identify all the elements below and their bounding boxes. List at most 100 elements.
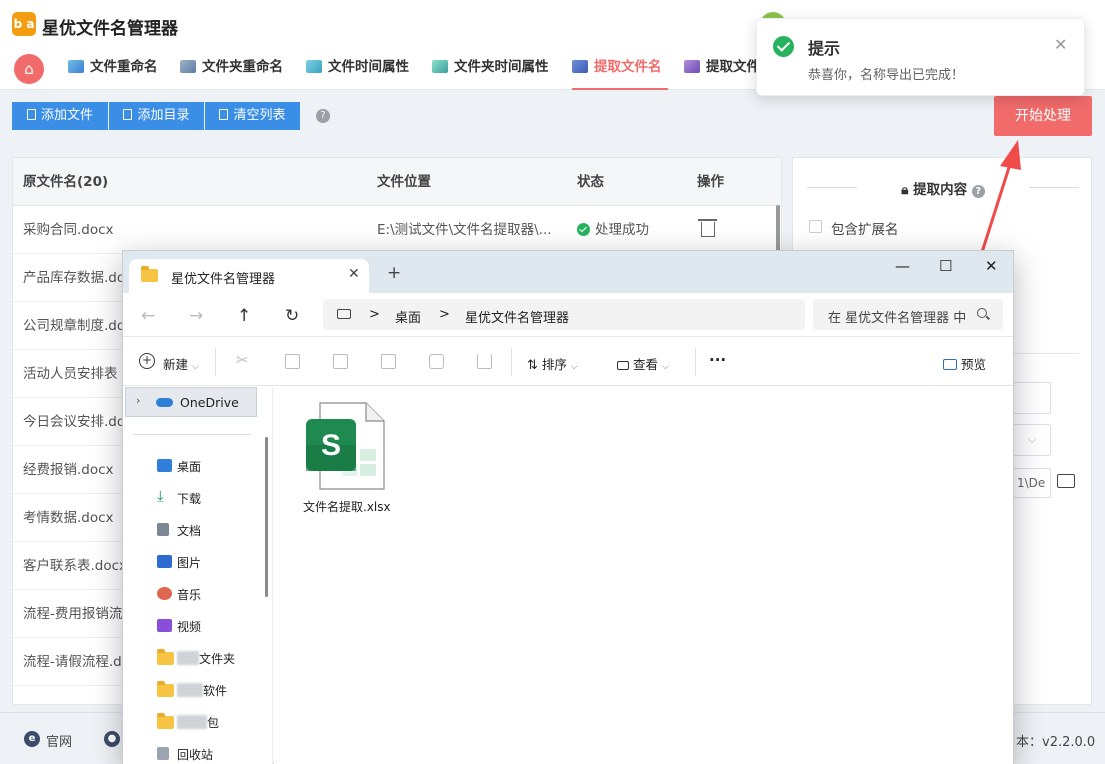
label-text: 文件夹 <box>199 652 236 666</box>
folder-rename-icon <box>180 60 196 73</box>
desktop-icon <box>157 459 172 472</box>
button-label: 添加文件 <box>40 108 93 123</box>
up-arrow-icon[interactable]: ↑ <box>237 306 251 326</box>
tab-file-rename[interactable]: 文件重命名 <box>68 50 158 90</box>
download-icon: ⤓ <box>157 487 164 505</box>
tab-label: 文件夹重命名 <box>202 59 283 75</box>
back-arrow-icon[interactable]: ← <box>141 306 155 326</box>
refresh-icon[interactable]: ↻ <box>285 306 299 326</box>
dropdown-select[interactable]: ⌵ <box>1013 424 1051 456</box>
forward-arrow-icon[interactable]: → <box>189 306 203 326</box>
website-link[interactable]: 官网 <box>46 731 72 750</box>
sort-label: 排序 <box>541 357 567 372</box>
rename-icon[interactable] <box>381 354 396 369</box>
chevron-down-icon: ⌵ <box>661 362 669 372</box>
folder-icon <box>157 681 174 697</box>
minimize-button[interactable]: — <box>895 257 910 275</box>
preview-button[interactable]: 预览 <box>943 354 986 373</box>
website-icon[interactable]: e <box>24 731 40 747</box>
sidebar-item-onedrive[interactable]: › OneDrive <box>125 387 257 417</box>
address-bar[interactable]: > 桌面 > 星优文件名管理器 <box>323 299 805 330</box>
cut-icon[interactable]: ✂ <box>236 351 249 369</box>
success-check-icon <box>773 36 794 57</box>
navigation-pane: › OneDrive 桌面📌︎ ⤓下载📌︎ 文档📌︎ 图片📌︎ 音乐📌︎ 视频📌… <box>123 387 292 764</box>
text-field[interactable] <box>1013 382 1051 414</box>
trash-icon <box>219 109 229 120</box>
filename-cell: 产品库存数据.do <box>23 270 126 286</box>
filename-cell: 采购合同.docx <box>23 222 114 238</box>
button-label: 清空列表 <box>233 108 286 123</box>
output-path-field[interactable]: 1\De <box>1013 468 1051 498</box>
chevron-down-icon: ⌵ <box>1027 432 1037 446</box>
filename-cell: 经费报销.docx <box>23 462 114 478</box>
column-header-status: 状态 <box>577 174 604 190</box>
tab-folder-rename[interactable]: 文件夹重命名 <box>180 50 283 90</box>
filename-cell: 考情数据.docx <box>23 510 114 526</box>
file-item[interactable]: S <box>304 401 386 491</box>
sidebar-item-label: OneDrive <box>180 395 239 410</box>
paste-icon[interactable] <box>333 354 348 369</box>
version-text: 本：v2.2.0.0 <box>1016 735 1096 750</box>
redacted-text <box>177 715 207 729</box>
sort-button[interactable]: ⇅ 排序 ⌵ <box>527 354 578 373</box>
help-icon[interactable]: ? <box>316 109 330 123</box>
open-folder-icon[interactable] <box>1057 474 1075 488</box>
sidebar-item-label: 下载 <box>177 492 202 506</box>
command-bar: + 新建 ⌵ ✂ ⇅ 排序 ⌵ 查看 ⌵ ··· 预览 <box>123 338 1013 386</box>
label-text: 包 <box>207 716 220 730</box>
help-icon[interactable]: ? <box>971 185 985 198</box>
new-tab-button[interactable]: + <box>387 263 401 283</box>
search-icon <box>977 308 987 318</box>
search-placeholder: 在 星优文件名管理器 中搜索 <box>828 311 966 326</box>
explorer-tab-bar: 星优文件名管理器 ✕ + — ☐ ✕ <box>123 251 1013 293</box>
view-label: 查看 <box>632 357 658 372</box>
delete-icon[interactable] <box>477 354 492 369</box>
add-directory-button[interactable]: 添加目录 <box>109 102 204 130</box>
close-tab-icon[interactable]: ✕ <box>348 266 360 282</box>
sidebar-item-label: 视频 <box>177 620 202 634</box>
copy-icon[interactable] <box>285 354 300 369</box>
breadcrumb-separator: > <box>369 307 380 322</box>
extract-content-heading: 🔒︎ 提取内容 ? <box>793 178 1093 198</box>
tab-extract-file[interactable]: 提取文件 <box>684 50 760 90</box>
chevron-right-icon[interactable]: › <box>136 394 140 407</box>
search-input[interactable]: 在 星优文件名管理器 中搜索 <box>813 299 1003 330</box>
tab-label: 文件重命名 <box>90 59 158 75</box>
tab-file-time[interactable]: 文件时间属性 <box>306 50 409 90</box>
file-explorer-window: 星优文件名管理器 ✕ + — ☐ ✕ ← → ↑ ↻ > 桌面 > 星优文件名管… <box>122 250 1014 764</box>
add-file-button[interactable]: 添加文件 <box>12 102 108 130</box>
sidebar-item-label: 文件夹 <box>177 650 235 667</box>
home-button[interactable]: ⌂ <box>14 54 44 84</box>
clear-list-button[interactable]: 清空列表 <box>205 102 300 130</box>
breadcrumb-separator: > <box>439 307 450 322</box>
nav-scrollbar[interactable] <box>265 437 268 597</box>
breadcrumb-current-folder[interactable]: 星优文件名管理器 <box>465 307 569 326</box>
divider <box>695 348 696 376</box>
button-label: 添加目录 <box>137 108 190 123</box>
filename-cell: 流程-请假流程.d <box>23 654 122 670</box>
tab-folder-time[interactable]: 文件夹时间属性 <box>432 50 549 90</box>
breadcrumb-desktop[interactable]: 桌面 <box>395 307 421 326</box>
divider <box>1029 187 1079 188</box>
chat-icon[interactable]: ● <box>104 731 120 747</box>
tab-label: 文件时间属性 <box>328 59 409 75</box>
more-options-icon[interactable]: ··· <box>709 351 726 369</box>
start-processing-button[interactable]: 开始处理 <box>994 96 1092 136</box>
view-button[interactable]: 查看 ⌵ <box>617 354 669 373</box>
explorer-tab[interactable]: 星优文件名管理器 ✕ <box>129 259 369 293</box>
toast-message: 恭喜你，名称导出已完成！ <box>808 68 965 83</box>
sidebar-item-label: 软件 <box>177 682 227 699</box>
maximize-button[interactable]: ☐ <box>939 257 952 275</box>
toast-close-icon[interactable]: ✕ <box>1054 35 1067 54</box>
close-window-button[interactable]: ✕ <box>985 257 998 275</box>
share-icon[interactable] <box>429 354 444 369</box>
preview-pane-icon <box>943 359 957 370</box>
location-cell: E:\测试文件\文件名提取器\... <box>377 222 552 238</box>
table-row[interactable]: 采购合同.docx E:\测试文件\文件名提取器\... 处理成功 <box>13 206 781 254</box>
include-extension-checkbox[interactable] <box>809 220 822 233</box>
chevron-down-icon: ⌵ <box>192 362 199 372</box>
divider <box>133 434 251 435</box>
tab-extract-filename[interactable]: 提取文件名 <box>572 50 668 90</box>
new-button[interactable]: 新建 ⌵ <box>163 354 199 373</box>
delete-icon[interactable] <box>698 219 717 237</box>
